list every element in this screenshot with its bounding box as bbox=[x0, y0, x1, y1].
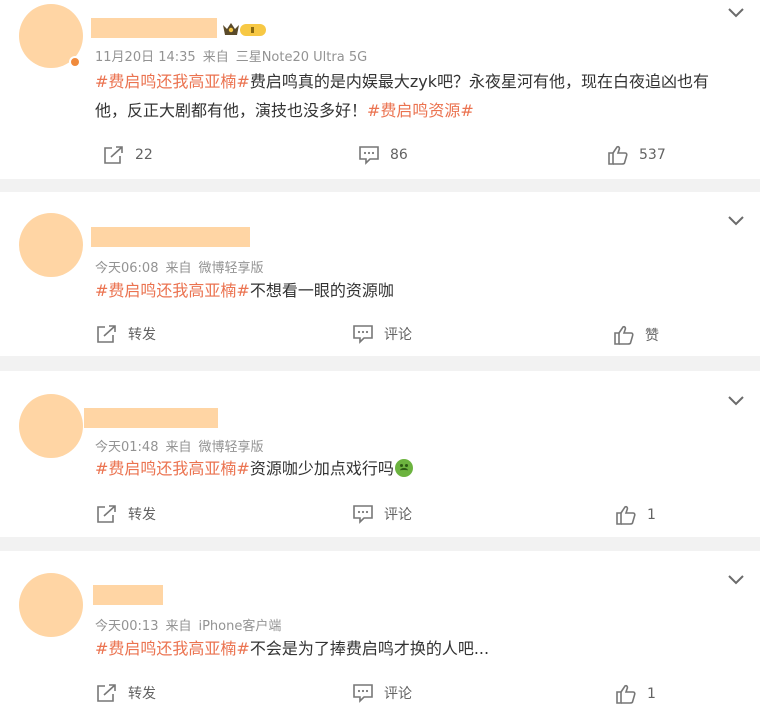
like-button[interactable]: 537 bbox=[607, 145, 666, 165]
chevron-down-icon[interactable] bbox=[726, 573, 746, 587]
nauseated-face-emoji-icon bbox=[394, 459, 413, 477]
like-button[interactable]: 1 bbox=[615, 505, 656, 525]
post-text: #费启鸣还我高亚楠#费启鸣真的是内娱最大zyk吧？永夜星河有他，现在白夜追凶也有… bbox=[95, 67, 735, 125]
post-time: 11月20日 14:35 bbox=[95, 50, 196, 65]
username-redacted[interactable] bbox=[91, 18, 217, 38]
hashtag-link[interactable]: #费启鸣还我高亚楠# bbox=[95, 639, 250, 658]
like-label: 赞 bbox=[645, 328, 659, 344]
post-card: 11月20日 14:35 来自 三星Note20 Ultra 5G #费启鸣还我高亚… bbox=[0, 0, 760, 179]
repost-button[interactable]: 转发 bbox=[96, 324, 156, 344]
post-time: 今天01:48 bbox=[95, 440, 159, 455]
hashtag-link[interactable]: #费启鸣还我高亚楠# bbox=[95, 281, 250, 300]
post-content: 资源咖少加点戏行吗 bbox=[249, 459, 394, 478]
post-card: 今天06:08 来自 微博轻享版 #费启鸣还我高亚楠#不想看一眼的资源咖 转发 评论 bbox=[0, 192, 760, 356]
post-source[interactable]: 微博轻享版 bbox=[198, 261, 263, 276]
post-text: #费启鸣还我高亚楠#资源咖少加点戏行吗 bbox=[95, 454, 735, 483]
avatar[interactable] bbox=[19, 213, 83, 277]
thumbs-up-icon bbox=[616, 505, 636, 525]
repost-button[interactable]: 转发 bbox=[96, 683, 156, 703]
comment-button[interactable]: 评论 bbox=[352, 504, 412, 524]
repost-label: 转发 bbox=[128, 327, 156, 343]
source-prefix: 来自 bbox=[165, 619, 192, 634]
post-meta: 今天01:48 来自 微博轻享版 bbox=[95, 436, 271, 455]
post-source[interactable]: 微博轻享版 bbox=[198, 440, 263, 455]
chevron-down-icon[interactable] bbox=[726, 394, 746, 408]
avatar[interactable] bbox=[19, 573, 83, 637]
repost-label: 转发 bbox=[128, 686, 156, 702]
thumbs-up-icon bbox=[616, 684, 636, 704]
post-content: 不想看一眼的资源咖 bbox=[249, 281, 394, 300]
comment-feed: 11月20日 14:35 来自 三星Note20 Ultra 5G #费启鸣还我高亚… bbox=[0, 0, 760, 708]
repost-icon bbox=[104, 146, 123, 164]
like-button[interactable]: 1 bbox=[615, 684, 656, 704]
source-prefix: 来自 bbox=[165, 261, 192, 276]
comment-button[interactable]: 评论 bbox=[352, 324, 412, 344]
post-meta: 今天06:08 来自 微博轻享版 bbox=[95, 257, 271, 276]
like-button[interactable]: 赞 bbox=[613, 325, 659, 345]
thumbs-up-icon bbox=[608, 145, 628, 165]
comment-label: 评论 bbox=[384, 507, 412, 523]
post-meta: 今天00:13 来自 iPhone客户端 bbox=[95, 615, 288, 634]
comment-icon bbox=[353, 684, 373, 703]
repost-icon bbox=[97, 684, 116, 702]
like-count: 1 bbox=[647, 686, 656, 702]
post-time: 今天00:13 bbox=[95, 619, 159, 634]
post-source[interactable]: iPhone客户端 bbox=[198, 619, 281, 634]
chevron-down-icon[interactable] bbox=[726, 214, 746, 228]
like-count: 537 bbox=[639, 147, 666, 163]
hashtag-link[interactable]: #费启鸣还我高亚楠# bbox=[95, 459, 250, 478]
chevron-down-icon[interactable] bbox=[726, 6, 746, 20]
comment-icon bbox=[359, 146, 379, 165]
thumbs-up-icon bbox=[614, 325, 634, 345]
comment-label: 评论 bbox=[384, 327, 412, 343]
post-source[interactable]: 三星Note20 Ultra 5G bbox=[236, 50, 367, 65]
username-redacted[interactable] bbox=[91, 227, 250, 247]
post-meta: 11月20日 14:35 来自 三星Note20 Ultra 5G bbox=[95, 46, 374, 65]
source-prefix: 来自 bbox=[165, 440, 192, 455]
comment-icon bbox=[353, 505, 373, 524]
post-content: 不会是为了捧费启鸣才换的人吧... bbox=[249, 639, 490, 658]
username-redacted[interactable] bbox=[84, 408, 218, 428]
repost-icon bbox=[97, 325, 116, 343]
hashtag-link[interactable]: #费启鸣资源# bbox=[367, 101, 474, 120]
post-text: #费启鸣还我高亚楠#不会是为了捧费启鸣才换的人吧... bbox=[95, 634, 735, 663]
repost-button[interactable]: 22 bbox=[103, 145, 153, 165]
comment-label: 评论 bbox=[384, 686, 412, 702]
hashtag-link[interactable]: #费启鸣还我高亚楠# bbox=[95, 72, 250, 91]
comment-button[interactable]: 评论 bbox=[352, 683, 412, 703]
comment-count: 86 bbox=[390, 147, 408, 163]
post-text: #费启鸣还我高亚楠#不想看一眼的资源咖 bbox=[95, 276, 735, 305]
post-card: 今天01:48 来自 微博轻享版 #费启鸣还我高亚楠#资源咖少加点戏行吗 转发 评论 bbox=[0, 371, 760, 537]
source-prefix: 来自 bbox=[202, 50, 229, 65]
comment-button[interactable]: 86 bbox=[358, 145, 408, 165]
comment-icon bbox=[353, 325, 373, 344]
repost-count: 22 bbox=[135, 147, 153, 163]
post-time: 今天06:08 bbox=[95, 261, 159, 276]
repost-label: 转发 bbox=[128, 507, 156, 523]
post-card: 今天00:13 来自 iPhone客户端 #费启鸣还我高亚楠#不会是为了捧费启鸣才换… bbox=[0, 551, 760, 708]
username-redacted[interactable] bbox=[93, 585, 163, 605]
crown-vip-badge-icon[interactable] bbox=[221, 20, 267, 38]
repost-button[interactable]: 转发 bbox=[96, 504, 156, 524]
repost-icon bbox=[97, 505, 116, 523]
verified-dot-icon bbox=[69, 56, 81, 68]
like-count: 1 bbox=[647, 507, 656, 523]
avatar[interactable] bbox=[19, 394, 83, 458]
